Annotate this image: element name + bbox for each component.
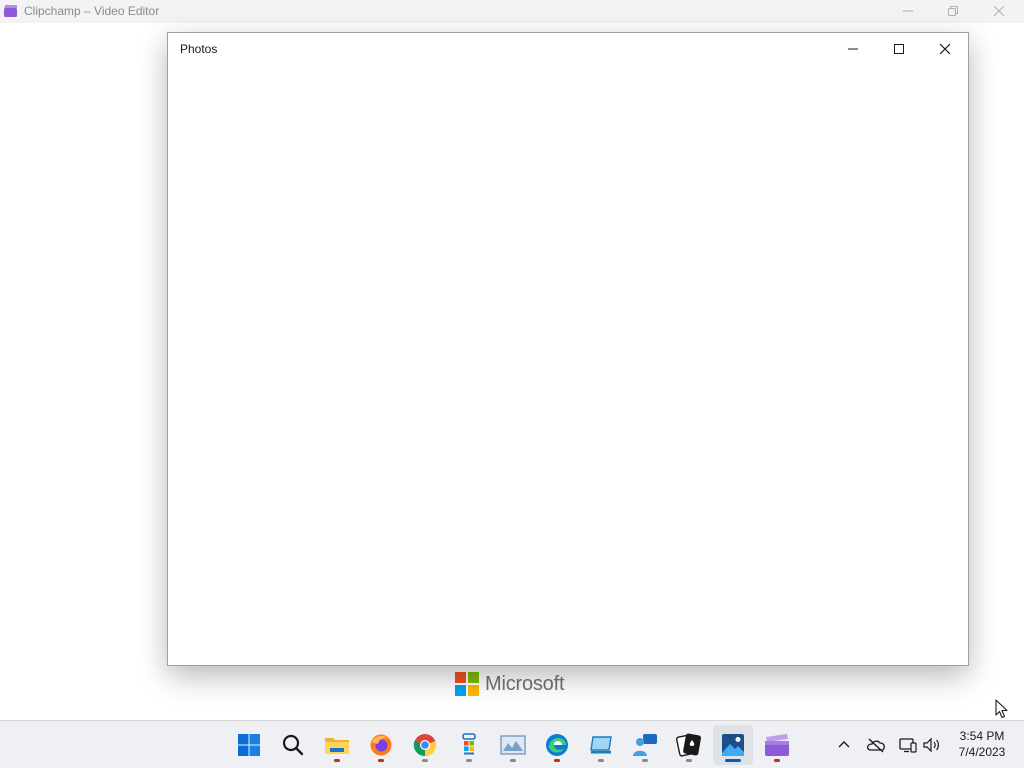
chevron-up-icon (838, 741, 850, 748)
active-indicator (725, 759, 741, 762)
chrome-icon (413, 734, 437, 757)
taskbar-edge[interactable] (537, 725, 577, 765)
restore-icon (948, 6, 958, 16)
tray-onedrive[interactable] (864, 733, 888, 757)
microsoft-logo-icon (455, 672, 479, 696)
photos-minimize-button[interactable] (830, 33, 876, 65)
minimize-icon (903, 10, 913, 12)
taskbar-chrome[interactable] (405, 725, 445, 765)
logo-square-red (455, 672, 466, 683)
solitaire-icon (676, 733, 702, 757)
close-icon (994, 6, 1004, 16)
taskbar (0, 720, 1024, 768)
volume-icon (923, 737, 939, 753)
remote-desktop-icon (590, 736, 612, 754)
running-indicator (510, 759, 516, 762)
taskbar-remote-desktop[interactable] (581, 725, 621, 765)
minimize-icon (848, 48, 858, 50)
taskbar-photo-viewer[interactable] (493, 725, 533, 765)
clipchamp-restore-button[interactable] (930, 0, 976, 22)
get-help-icon (633, 734, 657, 756)
clipchamp-icon (4, 5, 17, 17)
search-icon (282, 734, 304, 756)
photo-viewer-icon (500, 735, 526, 755)
photos-content-area (168, 65, 968, 665)
running-indicator (334, 759, 340, 762)
logo-square-green (468, 672, 479, 683)
running-indicator (554, 759, 560, 762)
microsoft-logo-text: Microsoft (485, 672, 565, 695)
taskbar-file-explorer[interactable] (317, 725, 357, 765)
photos-close-button[interactable] (922, 33, 968, 65)
tray-volume[interactable] (920, 733, 944, 757)
file-explorer-icon (325, 738, 349, 754)
running-indicator (686, 759, 692, 762)
taskbar-search-button[interactable] (273, 725, 313, 765)
close-icon (939, 43, 951, 55)
running-indicator (422, 759, 428, 762)
clipchamp-title: Clipchamp – Video Editor (24, 4, 160, 18)
clock-time: 3:54 PM (959, 729, 1005, 743)
taskbar-start-button[interactable] (229, 725, 269, 765)
microsoft-store-icon (462, 733, 476, 755)
taskbar-microsoft-store[interactable] (449, 725, 489, 765)
running-indicator (378, 759, 384, 762)
running-indicator (598, 759, 604, 762)
running-indicator (774, 759, 780, 762)
start-icon (238, 734, 260, 756)
mouse-cursor-icon (995, 699, 1008, 719)
clipchamp-titlebar: Clipchamp – Video Editor (0, 0, 1024, 23)
taskbar-firefox[interactable] (361, 725, 401, 765)
photos-title: Photos (180, 42, 218, 56)
photos-icon (722, 734, 744, 756)
logo-square-yellow (468, 685, 479, 696)
taskbar-photos[interactable] (713, 725, 753, 765)
taskbar-get-help[interactable] (625, 725, 665, 765)
clipchamp-icon (765, 734, 789, 756)
onedrive-offline-icon (866, 738, 885, 753)
firefox-icon (370, 734, 392, 756)
clock-date: 7/4/2023 (958, 745, 1006, 759)
running-indicator (466, 759, 472, 762)
tray-network[interactable] (896, 733, 920, 757)
photos-maximize-button[interactable] (876, 33, 922, 65)
running-indicator (642, 759, 648, 762)
taskbar-solitaire[interactable] (669, 725, 709, 765)
taskbar-clock[interactable]: 3:54 PM 7/4/2023 (944, 728, 1020, 760)
clipchamp-close-button[interactable] (976, 0, 1022, 22)
network-icon (899, 738, 917, 753)
photos-window[interactable]: Photos (167, 32, 969, 666)
logo-square-blue (455, 685, 466, 696)
edge-icon (546, 734, 568, 756)
microsoft-logo: Microsoft (455, 671, 565, 697)
tray-overflow-button[interactable] (832, 733, 856, 757)
maximize-icon (894, 44, 904, 54)
taskbar-clipchamp[interactable] (757, 725, 797, 765)
clipchamp-minimize-button[interactable] (885, 0, 931, 22)
